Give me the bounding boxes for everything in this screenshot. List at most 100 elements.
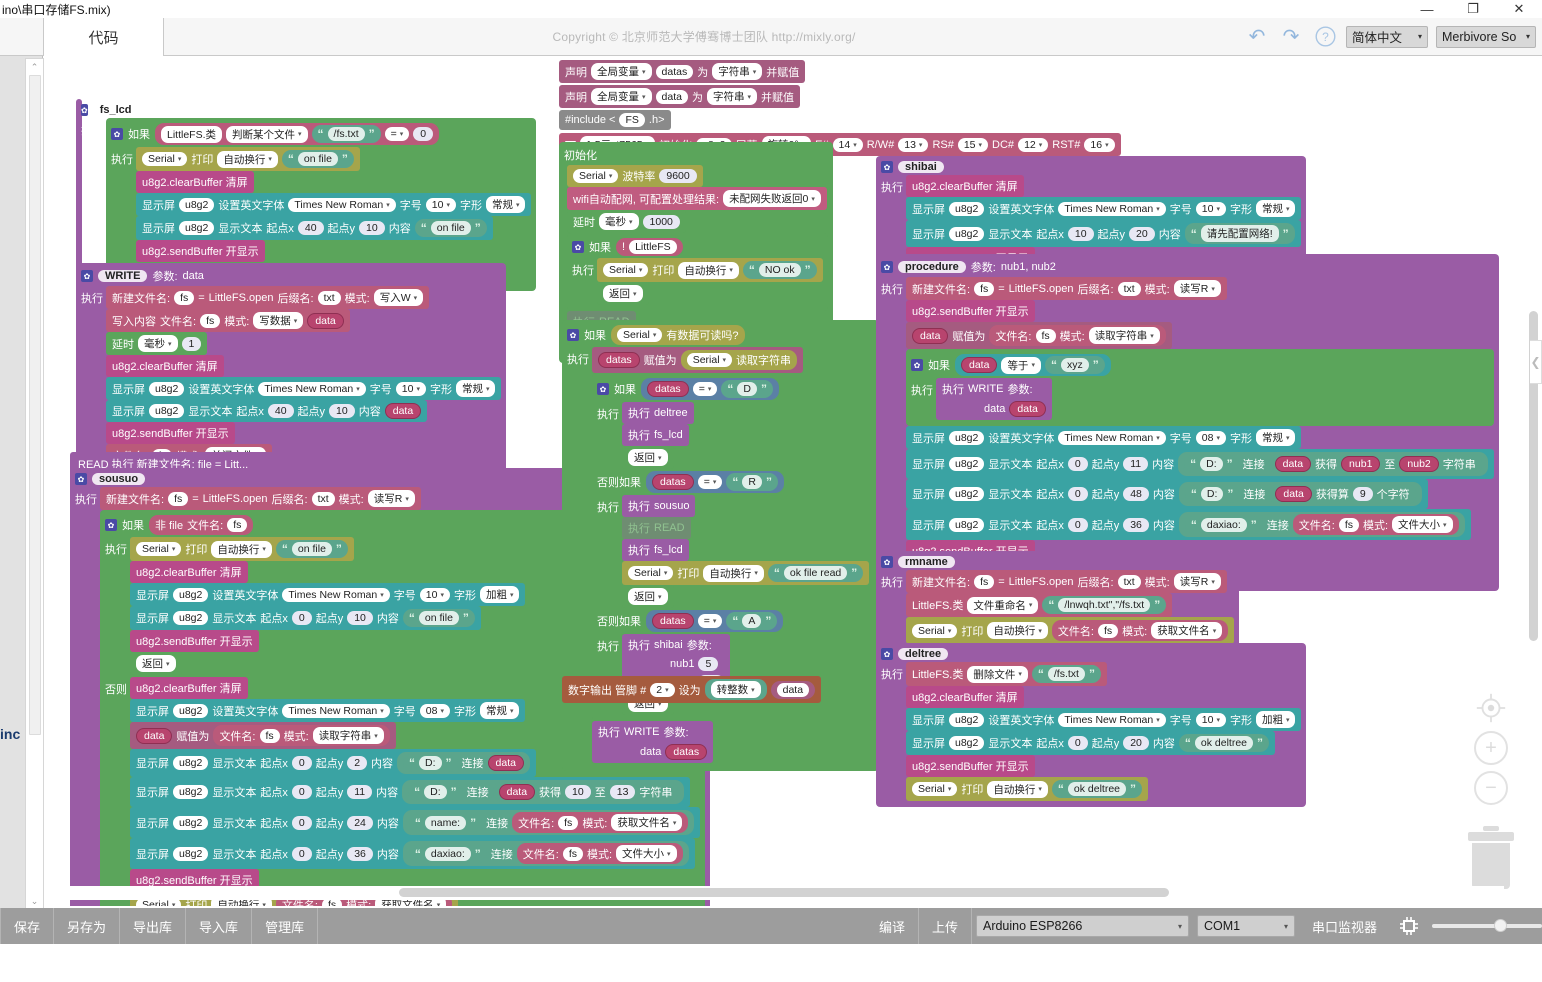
value-compare-r[interactable]: datas = “ R ” (646, 471, 784, 493)
value-serial-available[interactable]: Serial 有数据可读吗? (611, 325, 745, 345)
block-call-read-ghost[interactable]: 执行 READ (622, 517, 691, 539)
text-value[interactable]: /lnwqh.txt","/fs.txt (1058, 598, 1150, 612)
value-substring[interactable]: data 获得 10 至 13 字符串 (493, 782, 679, 802)
block-return[interactable]: 返回 (130, 652, 182, 675)
block-set-variable-datas[interactable]: datas 赋值为 Serial 读取字符串 (592, 347, 803, 373)
workspace-zoom-controls[interactable]: + − (1468, 685, 1514, 811)
block-serial-print[interactable]: Serial 打印 自动换行 “ on file ” (136, 147, 360, 171)
text-value[interactable]: on file (298, 152, 338, 166)
text-value[interactable]: ok deltree (1068, 782, 1126, 796)
procedure-name[interactable]: sousuo (92, 473, 145, 485)
import-library-button[interactable]: 导入库 (186, 908, 252, 944)
variable-datas[interactable]: datas (647, 381, 689, 397)
block-send-buffer[interactable]: u8g2.sendBuffer 开显示 (906, 300, 1035, 322)
block-set-font[interactable]: 显示屏 u8g2 设置英文字体 Times New Roman 字号 08 字形… (906, 426, 1301, 449)
pin-dc-field[interactable]: 12 (1018, 138, 1048, 152)
value-text-ok-deltree[interactable]: “ ok deltree ” (1052, 780, 1142, 798)
font-family-field[interactable]: Times New Roman (1058, 713, 1165, 727)
variable-data[interactable]: data (499, 784, 535, 800)
block-if-serial-available[interactable]: ✿ 如果 Serial 有数据可读吗? 执行 datas 赋值为 Serial … (562, 320, 879, 771)
starty-value[interactable]: 36 (347, 847, 373, 861)
return-field[interactable]: 返回 (628, 588, 668, 605)
startx-value[interactable]: 0 (292, 816, 312, 830)
value-get-last-chars[interactable]: data 获得算 9 个字符 (1269, 484, 1415, 504)
value-read-string[interactable]: 文件名: fs 模式: 读取字符串 (213, 725, 389, 746)
value-text-rename-path[interactable]: “ /lnwqh.txt","/fs.txt ” (1042, 596, 1166, 614)
serial-port-field[interactable]: Serial (628, 566, 673, 580)
block-call-fs-lcd[interactable]: 执行 fs_lcd (622, 424, 689, 446)
file-mode-field[interactable]: 写入W (374, 289, 423, 306)
u8g2-field[interactable]: u8g2 (949, 736, 984, 750)
substring-from[interactable]: 10 (565, 785, 591, 799)
value-not-file[interactable]: 非 file 文件名: fs (149, 515, 253, 535)
file-var-field[interactable]: fs (558, 816, 578, 830)
filename-mode-field[interactable]: 获取文件名 (1151, 622, 1222, 639)
port-select[interactable]: COM1 ▾ (1197, 915, 1295, 937)
block-open-file[interactable]: 新建文件名: fs = LittleFS.open 后缀名: txt 模式: 读… (906, 277, 1227, 300)
u8g2-field[interactable]: u8g2 (173, 847, 208, 861)
file-mode-field[interactable]: 读写R (368, 490, 415, 507)
comparison-operator[interactable]: = (693, 382, 718, 396)
left-panel-scrollbar[interactable]: ⌃ ⌄ (25, 58, 44, 910)
delay-value[interactable]: 1000 (643, 215, 680, 229)
block-delay[interactable]: 延时 毫秒 1 (106, 332, 207, 355)
block-draw-text[interactable]: 显示屏 u8g2 显示文本 起点x 0 起点y 36 内容 “ (130, 838, 695, 869)
value-text-r-chr[interactable]: “ R ” (726, 473, 778, 491)
font-family-field[interactable]: Times New Roman (282, 704, 389, 718)
block-procedure-deltree[interactable]: ✿ deltree 执行 LittleFS.类 删除文件 “ /fs.txt ”… (876, 643, 1306, 807)
manage-library-button[interactable]: 管理库 (252, 908, 318, 944)
value-judge-file[interactable]: LittleFS.类 判断某个文件 “ /fs.txt ” = 0 (155, 123, 439, 145)
block-declare-data[interactable]: 声明 全局变量 data 为 字符串 并赋值 (559, 85, 800, 108)
value-serial-read-string[interactable]: Serial 读取字符串 (681, 350, 797, 370)
pin-rst-field[interactable]: 16 (1084, 138, 1114, 152)
number-zero[interactable]: 0 (413, 127, 433, 141)
startx-value[interactable]: 0 (1068, 518, 1088, 532)
scroll-up-icon[interactable]: ⌃ (26, 59, 43, 75)
serial-port-field[interactable]: Serial (603, 263, 648, 277)
gear-icon[interactable]: ✿ (881, 161, 893, 173)
block-set-font[interactable]: 显示屏 u8g2 设置英文字体 Times New Roman 字号 10 字形… (130, 583, 525, 606)
blockly-workspace[interactable]: ✿ fs_lcd 执行 ✿ 如果 LittleFS.类 判断某个文件 “ (44, 56, 1542, 906)
comparison-operator[interactable]: = (698, 475, 723, 489)
value-compare-d[interactable]: datas = “ D ” (641, 378, 779, 400)
tab-code[interactable]: 代码 (43, 18, 164, 56)
block-serial-print[interactable]: Serial 打印 自动换行 “ NO ok ” (597, 258, 823, 282)
write-mode-field[interactable]: 写数据 (253, 312, 303, 329)
block-set-font[interactable]: 显示屏 u8g2 设置英文字体 Times New Roman 字号 10 字形… (906, 197, 1301, 220)
block-clear-buffer[interactable]: u8g2.clearBuffer 清屏 (106, 355, 224, 377)
file-mode-field[interactable]: 读写R (1174, 280, 1221, 297)
startx-value[interactable]: 0 (1068, 487, 1088, 501)
block-serial-print[interactable]: Serial 打印 自动换行 “ ok deltree ” (906, 777, 1148, 801)
font-size-field[interactable]: 10 (396, 382, 426, 396)
value-substring[interactable]: data 获得 nub1 至 nub2 字符串 (1269, 454, 1482, 474)
value-get-filename[interactable]: 文件名: fs 模式: 获取文件名 (1052, 620, 1228, 641)
suffix-field[interactable]: txt (1118, 575, 1141, 589)
u8g2-field[interactable]: u8g2 (949, 713, 984, 727)
variable-data[interactable]: data (912, 328, 948, 344)
zoom-in-icon[interactable]: + (1474, 731, 1508, 765)
font-style-field[interactable]: 常规 (1256, 429, 1296, 446)
value-compare-a[interactable]: datas = “ A ” (646, 610, 783, 632)
font-family-field[interactable]: Times New Roman (288, 198, 395, 212)
value-text-config-net[interactable]: “ 请先配置网络! ” (1185, 223, 1295, 244)
value-text-d[interactable]: “ D: ” (403, 754, 458, 772)
littlefs-field[interactable]: LittleFS (629, 240, 677, 254)
variable-data[interactable]: data (1275, 486, 1311, 502)
value-text-fs-txt[interactable]: “ /fs.txt ” (1032, 665, 1101, 683)
value-file-size[interactable]: 文件名: fs 模式: 文件大小 (1293, 514, 1459, 535)
pin-rw-field[interactable]: 13 (898, 138, 928, 152)
scrollbar-thumb[interactable] (29, 75, 41, 735)
return-field[interactable]: 返回 (136, 655, 176, 672)
procedure-name[interactable]: shibai (898, 161, 944, 173)
block-digital-write[interactable]: 数字输出 管脚 # 2 设为 转整数 data (562, 676, 821, 703)
block-set-variable-data[interactable]: data 赋值为 文件名: fs 模式: 读取字符串 (906, 322, 1172, 349)
block-if-elseif-chain[interactable]: ✿ 如果 datas = “ D ” 执行 (592, 373, 874, 721)
font-size-field[interactable]: 10 (420, 588, 450, 602)
text-value[interactable]: D (737, 382, 757, 396)
variable-datas[interactable]: datas (652, 613, 694, 629)
value-read-string[interactable]: 文件名: fs 模式: 读取字符串 (989, 325, 1165, 346)
scrollbar-thumb[interactable] (399, 888, 1169, 897)
help-icon[interactable]: ? (1312, 24, 1338, 50)
newline-mode-field[interactable]: 自动换行 (217, 151, 278, 168)
block-send-buffer[interactable]: u8g2.sendBuffer 开显示 (130, 630, 259, 652)
